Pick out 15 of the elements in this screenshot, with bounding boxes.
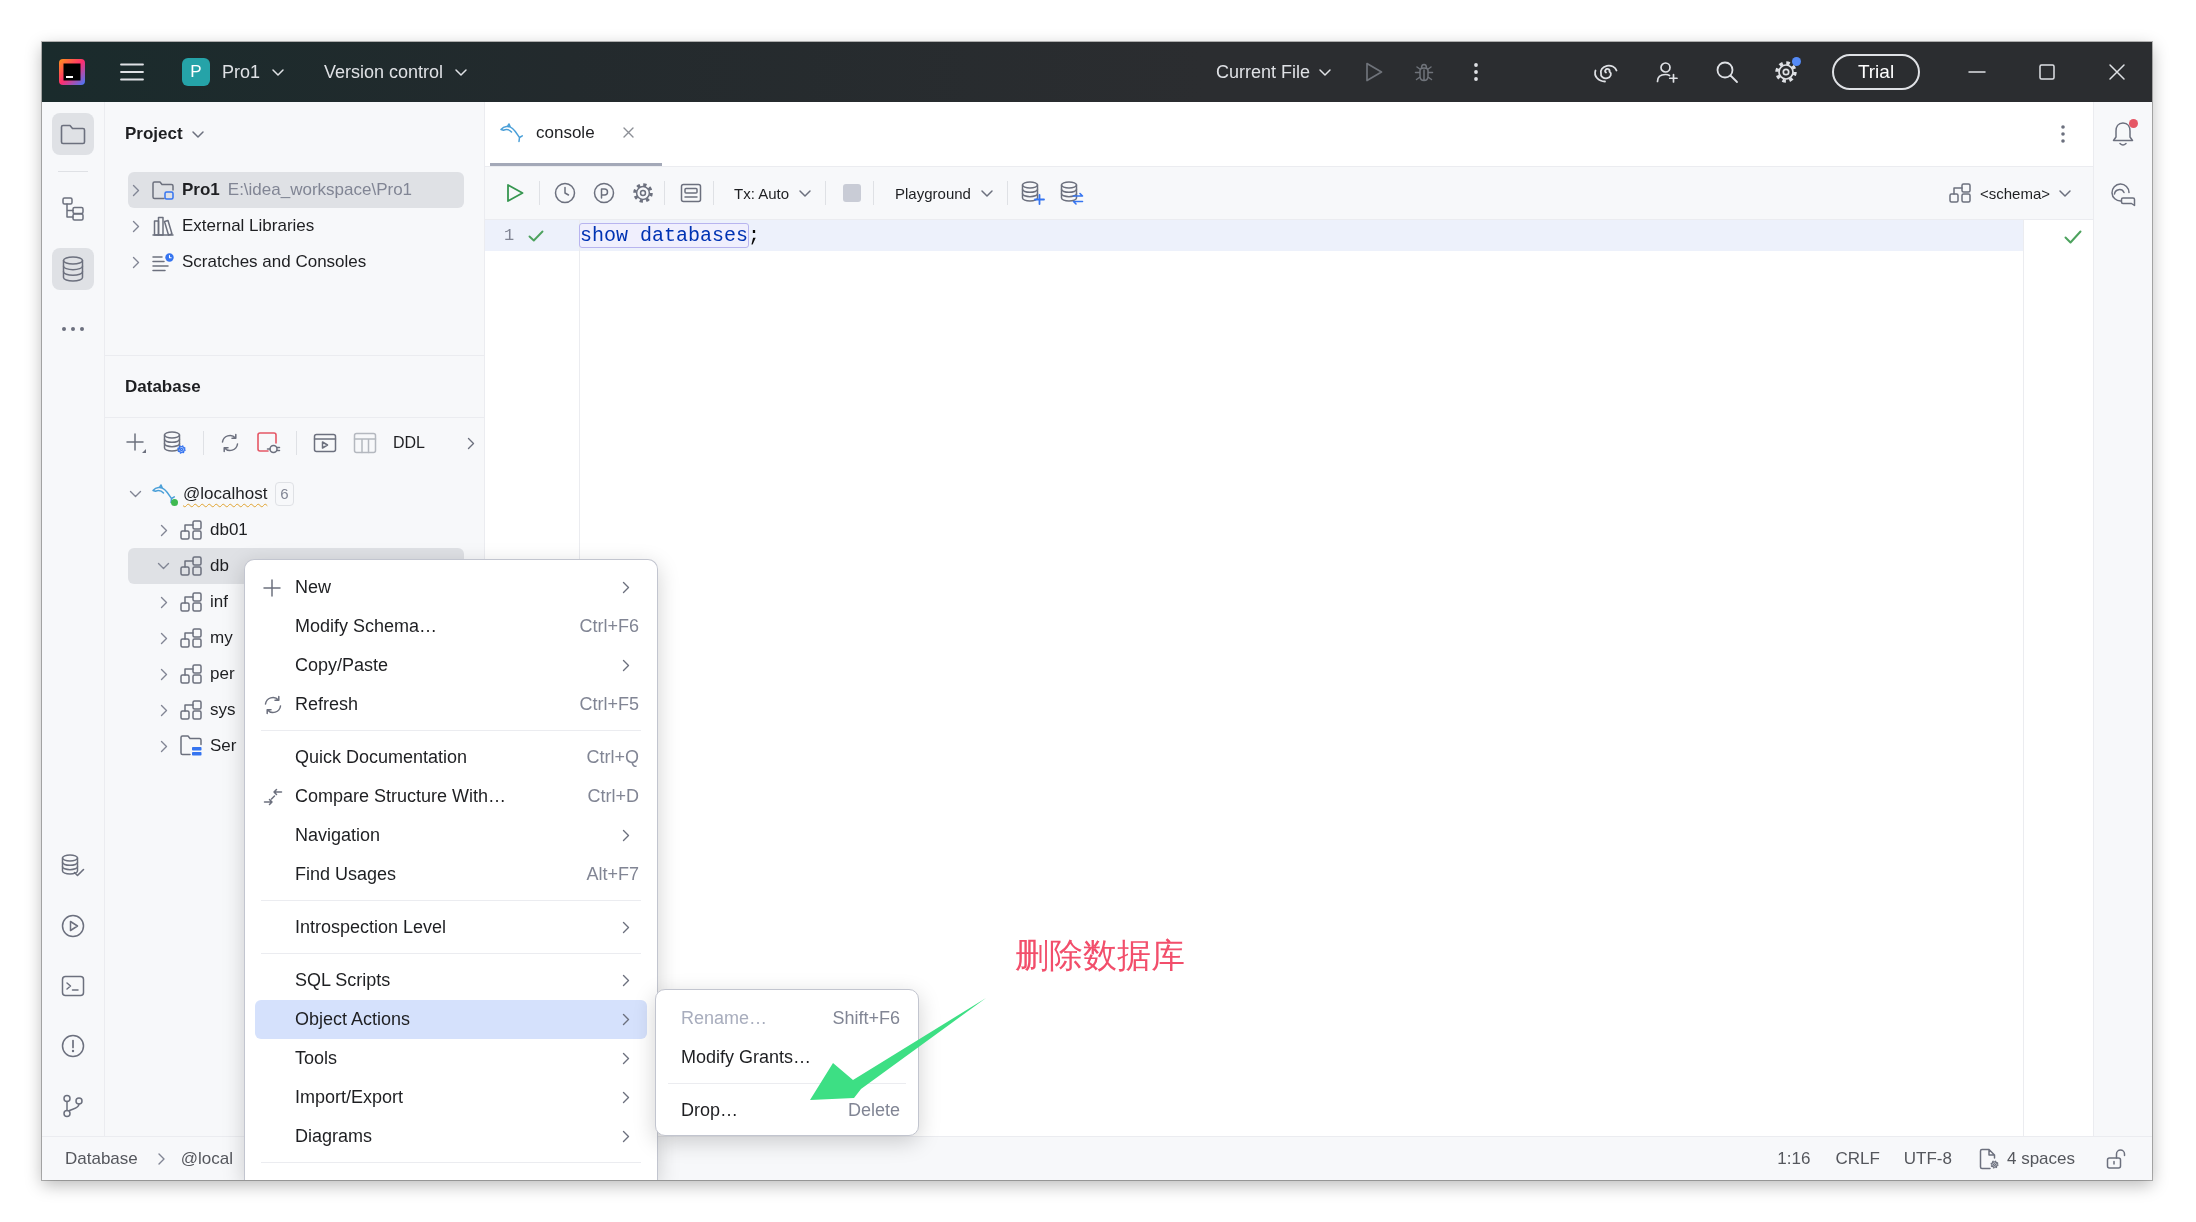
sql-keyword: show databases	[580, 224, 749, 247]
shortcut-label: Ctrl+D	[587, 786, 639, 807]
code-punctuation: ;	[748, 224, 761, 247]
panel-title: Database	[125, 376, 201, 397]
shortcut-label: Delete	[847, 1100, 900, 1121]
count-badge: 6	[275, 482, 294, 506]
project-badge: P	[182, 58, 210, 86]
line-number: 1	[504, 226, 515, 245]
shortcut-label: Alt+F7	[586, 864, 639, 885]
annotation-label: 删除数据库	[1015, 935, 1185, 975]
shortcut-label: Ctrl+F5	[579, 694, 639, 715]
module-path: E:\idea_workspace\Pro1	[227, 180, 413, 200]
shortcut-label: Shift+F6	[832, 1008, 900, 1029]
shortcut-label: Ctrl+F6	[579, 616, 639, 637]
shortcut-label: Ctrl+Q	[586, 747, 639, 768]
